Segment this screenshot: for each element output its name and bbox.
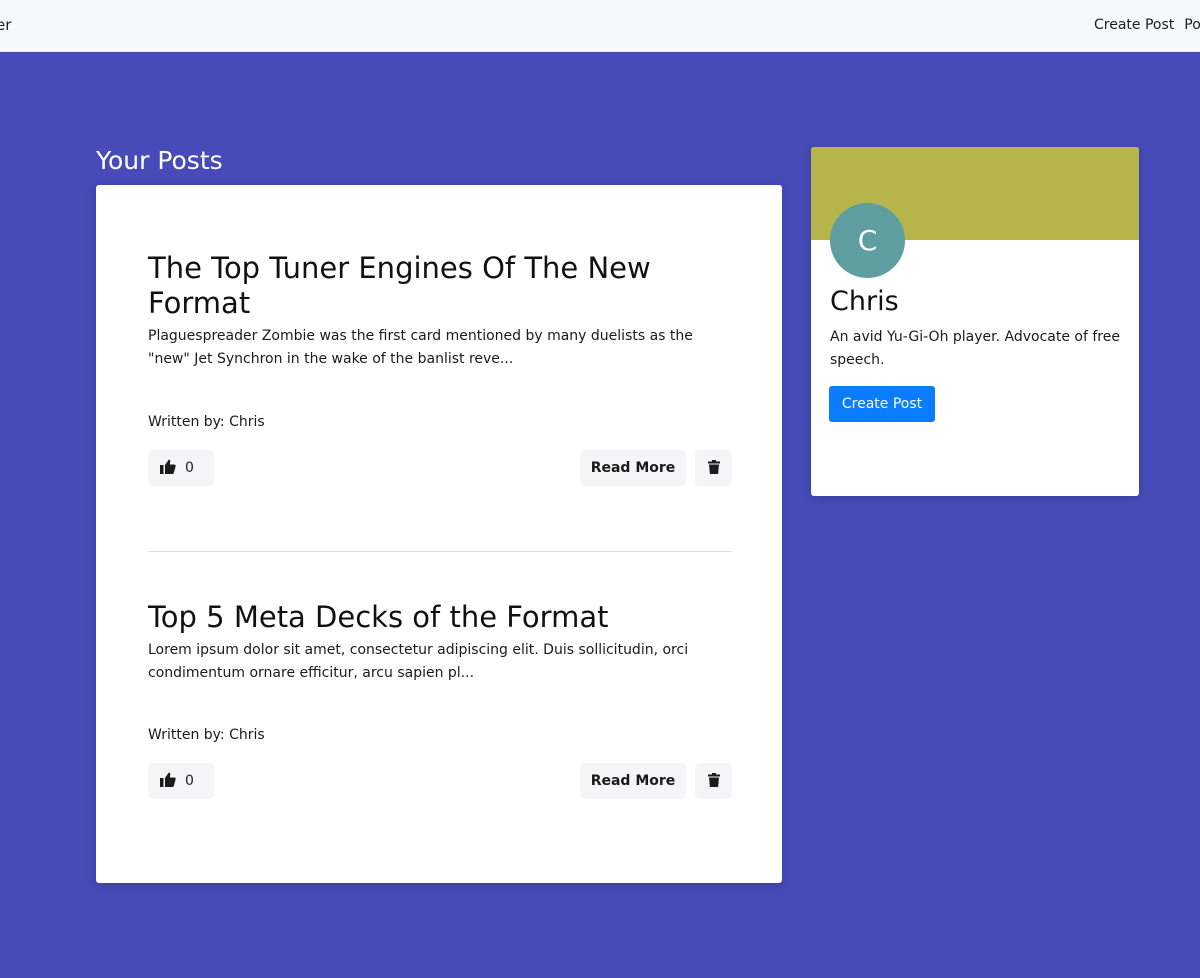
- nav-link-create-post[interactable]: Create Post: [1094, 17, 1174, 33]
- trash-icon: [707, 772, 720, 790]
- avatar: C: [830, 203, 905, 278]
- posts-card: The Top Tuner Engines Of The New Format …: [96, 185, 782, 883]
- trash-icon: [707, 459, 720, 477]
- post-excerpt: Plaguespreader Zombie was the first card…: [148, 328, 693, 367]
- read-more-button[interactable]: Read More: [580, 763, 686, 799]
- profile-bio: An avid Yu-Gi-Oh player. Advocate of fre…: [830, 329, 1120, 368]
- like-button[interactable]: 0: [148, 763, 214, 799]
- top-navbar: er Create Post Po: [0, 0, 1200, 52]
- post-author: Written by: Chris: [148, 727, 265, 743]
- like-count: 0: [185, 460, 194, 476]
- your-posts-heading: Your Posts: [96, 146, 223, 175]
- like-count: 0: [185, 773, 194, 789]
- create-post-button[interactable]: Create Post: [829, 386, 935, 422]
- like-button[interactable]: 0: [148, 450, 214, 486]
- thumbs-up-icon: [160, 459, 176, 478]
- post-author: Written by: Chris: [148, 414, 265, 430]
- nav-brand[interactable]: er: [0, 16, 11, 34]
- profile-card: C Chris An avid Yu-Gi-Oh player. Advocat…: [811, 147, 1139, 496]
- thumbs-up-icon: [160, 772, 176, 791]
- post-actions: 0 Read More: [148, 763, 732, 799]
- delete-button[interactable]: [695, 450, 732, 486]
- read-more-button[interactable]: Read More: [580, 450, 686, 486]
- post-item: Top 5 Meta Decks of the Format Lorem ips…: [148, 600, 732, 836]
- post-title[interactable]: The Top Tuner Engines Of The New Format: [148, 251, 732, 321]
- post-actions: 0 Read More: [148, 450, 732, 486]
- profile-name: Chris: [830, 286, 899, 317]
- nav-link-posts[interactable]: Po: [1184, 17, 1200, 33]
- post-title[interactable]: Top 5 Meta Decks of the Format: [148, 600, 732, 635]
- nav-links: Create Post Po: [1094, 17, 1200, 33]
- delete-button[interactable]: [695, 763, 732, 799]
- post-item: The Top Tuner Engines Of The New Format …: [148, 251, 732, 487]
- post-excerpt: Lorem ipsum dolor sit amet, consectetur …: [148, 642, 689, 681]
- post-divider: [148, 551, 732, 552]
